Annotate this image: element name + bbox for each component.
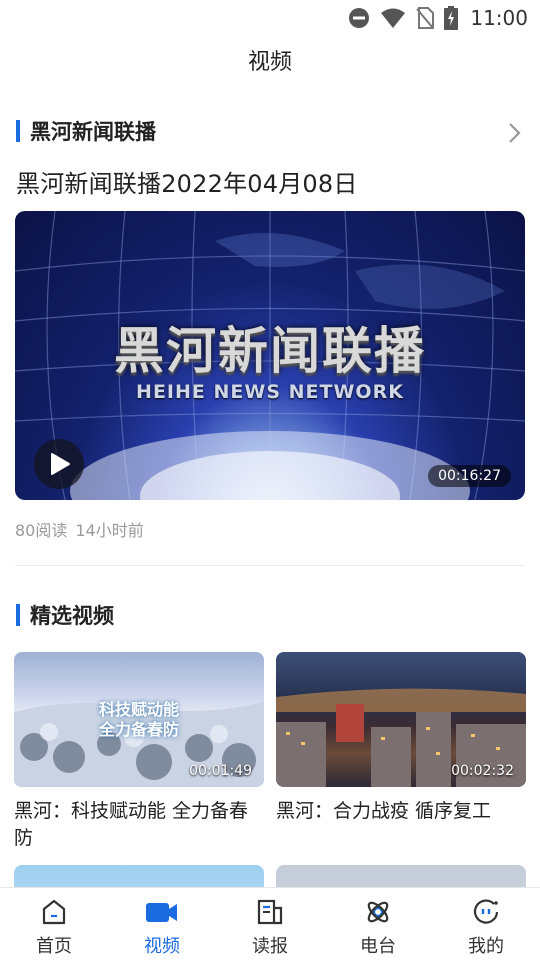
section-title: 精选视频	[30, 604, 114, 628]
divider	[15, 565, 525, 566]
read-count: 80阅读	[15, 521, 68, 540]
video-card-thumbnail[interactable]: 科技赋动能 全力备春防 00:01:49	[14, 652, 264, 787]
page-title: 视频	[247, 50, 292, 75]
section-accent-bar	[16, 604, 20, 626]
nav-item-profile[interactable]: 我的	[432, 888, 540, 960]
main-video-thumbnail[interactable]: 黑河新闻联播 HEIHE NEWS NETWORK 00:16:27	[15, 211, 525, 500]
do-not-disturb-icon	[349, 8, 370, 28]
no-sim-icon	[416, 7, 435, 29]
nav-label: 首页	[36, 936, 72, 957]
nav-item-newspaper[interactable]: 读报	[216, 888, 324, 960]
nav-label: 我的	[468, 936, 504, 957]
play-button[interactable]	[34, 439, 84, 489]
nav-label: 电台	[360, 936, 396, 957]
profile-icon	[473, 899, 499, 924]
video-card[interactable]: 00:02:32 黑河：合力战疫 循序复工	[276, 652, 526, 825]
section-title: 黑河新闻联播	[30, 120, 156, 144]
thumbnail-overlay-line: 全力备春防	[98, 720, 179, 739]
status-time: 11:00	[470, 6, 528, 30]
section-header-featured: 精选视频	[16, 601, 114, 629]
video-camera-icon	[146, 903, 177, 922]
section-header-news[interactable]: 黑河新闻联播	[16, 117, 156, 145]
wifi-icon	[381, 8, 406, 28]
video-card-duration: 00:01:49	[189, 763, 252, 779]
battery-charging-icon	[444, 6, 459, 30]
status-icons: 11:00	[348, 5, 528, 31]
video-card-thumbnail[interactable]: 00:02:32	[276, 652, 526, 787]
video-overlay-title: 黑河新闻联播	[114, 322, 426, 380]
nav-item-home[interactable]: 首页	[0, 888, 108, 960]
publish-time: 14小时前	[75, 521, 144, 540]
nav-item-radio[interactable]: 电台	[324, 888, 432, 960]
nav-item-video[interactable]: 视频	[108, 888, 216, 960]
bottom-nav: 首页 视频 读报 电台 我的	[0, 887, 540, 960]
status-bar: 11:00	[0, 0, 540, 36]
video-card[interactable]: 科技赋动能 全力备春防 00:01:49 黑河：科技赋动能 全力备春防	[14, 652, 264, 852]
nav-label: 读报	[252, 936, 288, 957]
newspaper-icon	[257, 899, 283, 925]
video-overlay-subtitle: HEIHE NEWS NETWORK	[136, 381, 404, 403]
video-card-duration: 00:02:32	[451, 763, 514, 779]
section-accent-bar	[16, 120, 20, 142]
nav-label: 视频	[144, 936, 180, 957]
home-icon	[42, 899, 66, 925]
play-icon	[51, 453, 70, 475]
video-card-title[interactable]: 黑河：科技赋动能 全力备春防	[14, 798, 264, 852]
video-duration: 00:16:27	[428, 465, 511, 487]
radio-icon	[367, 901, 389, 923]
video-card-title[interactable]: 黑河：合力战疫 循序复工	[276, 798, 526, 825]
news-headline[interactable]: 黑河新闻联播2022年04月08日	[16, 164, 526, 199]
chevron-right-icon[interactable]	[502, 121, 526, 145]
video-meta: 80阅读 14小时前	[15, 517, 152, 541]
